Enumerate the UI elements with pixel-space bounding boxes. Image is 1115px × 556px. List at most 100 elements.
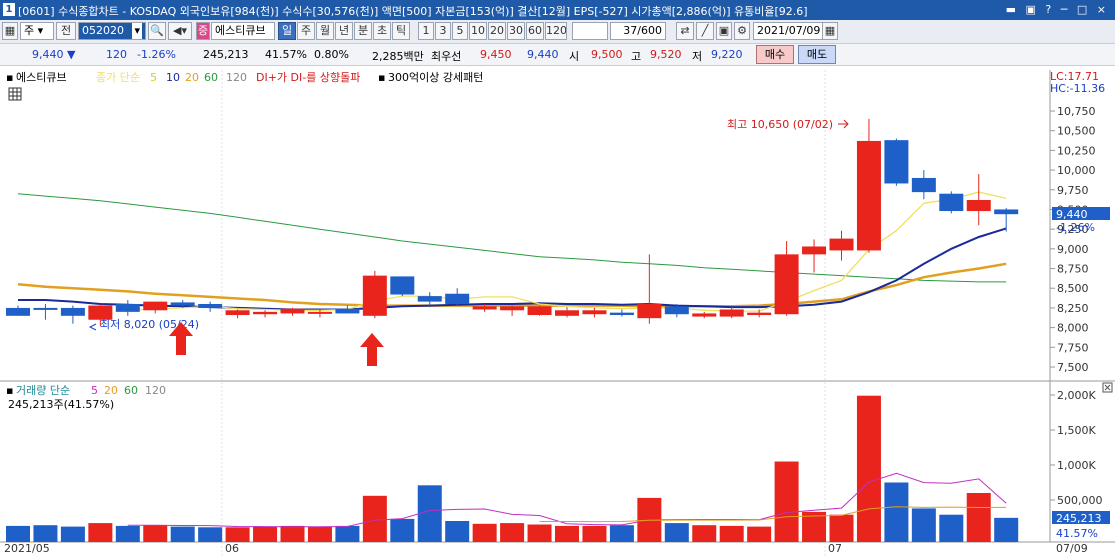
volume-bar	[555, 525, 579, 542]
hc-value: HC:-11.36	[1050, 82, 1105, 95]
speaker-icon[interactable]: ◀▾	[168, 22, 192, 40]
candle-body	[555, 310, 579, 316]
turnover-rate: 0.80%	[314, 48, 349, 61]
volume-bar	[582, 525, 607, 542]
interval-button-10[interactable]: 10	[469, 22, 487, 40]
volume-bar	[143, 525, 168, 542]
volume-bar	[335, 525, 360, 542]
volume-bar	[198, 527, 223, 542]
interval-button-30[interactable]: 30	[507, 22, 525, 40]
candle-body	[335, 308, 360, 314]
change-percent: -1.26%	[137, 48, 176, 61]
calendar-icon[interactable]: ▦	[822, 22, 838, 40]
period-tab-1[interactable]: 주	[297, 22, 315, 40]
volume-bar	[33, 525, 58, 542]
candle-body	[390, 276, 415, 295]
volume-bar	[856, 395, 881, 542]
period-tab-5[interactable]: 초	[373, 22, 391, 40]
market-type-select[interactable]: 주 ▾	[20, 22, 54, 40]
custom-interval-input[interactable]	[572, 22, 608, 40]
volume-bar	[280, 525, 305, 542]
line-tool-icon[interactable]: ╱	[696, 22, 714, 40]
legend-stock-name: 에스티큐브	[16, 71, 67, 84]
date-input[interactable]: 2021/07/09	[753, 22, 823, 40]
stock-chart[interactable]: 10,75010,50010,25010,0009,7509,5009,2509…	[0, 66, 1115, 556]
candle-body	[225, 310, 250, 316]
price-change: 120	[106, 48, 127, 61]
trade-amount: 2,285백만	[372, 50, 424, 63]
interval-button-20[interactable]: 20	[488, 22, 506, 40]
interval-button-60[interactable]: 60	[526, 22, 544, 40]
title-bar: 1 [0601] 수식종합차트 - KOSDAQ 외국인보유[984(천)] 수…	[0, 0, 1115, 20]
window-number-icon[interactable]: 1	[3, 3, 15, 16]
interval-button-5[interactable]: 5	[452, 22, 468, 40]
interval-button-120[interactable]: 120	[545, 22, 567, 40]
table-view-icon[interactable]	[8, 87, 22, 101]
volume-bar	[6, 525, 30, 542]
vol-legend-ma60: 60	[124, 384, 138, 397]
interval-button-3[interactable]: 3	[435, 22, 451, 40]
volume-bar	[829, 514, 854, 542]
candle-body	[60, 307, 85, 316]
stock-name: 에스티큐브	[211, 22, 275, 40]
volume-bar	[966, 493, 991, 542]
period-tab-3[interactable]: 년	[335, 22, 353, 40]
window-title: [0601] 수식종합차트 - KOSDAQ 외국인보유[984(천)] 수식수…	[18, 5, 808, 18]
buy-button[interactable]: 매수	[756, 45, 794, 64]
sell-button[interactable]: 매도	[798, 45, 836, 64]
legend-signal: DI+가 DI-를 상향돌파	[256, 71, 360, 84]
volume-bar	[417, 485, 442, 542]
max-price-annotation: 최고 10,650 (07/02)	[727, 118, 833, 131]
volume-bar	[307, 526, 332, 542]
price-tick-label: 10,250	[1057, 144, 1096, 157]
candle-body	[33, 307, 58, 310]
candle-body	[829, 238, 854, 251]
volume-bar	[472, 523, 497, 542]
candle-body	[609, 312, 634, 316]
candle-body	[362, 275, 387, 316]
stock-code-input[interactable]: 052020 ▾	[78, 22, 146, 40]
price-tick-label: 10,000	[1057, 164, 1096, 177]
price-tick-label: 8,250	[1057, 302, 1089, 315]
legend-ma20: 20	[185, 71, 199, 84]
candle-body	[6, 307, 30, 316]
volume-bar	[170, 526, 195, 542]
settings-icon[interactable]: ⚙	[734, 22, 750, 40]
legend-ma5: 5	[150, 71, 157, 84]
search-icon[interactable]: 🔍	[148, 22, 166, 40]
period-tab-4[interactable]: 분	[354, 22, 372, 40]
candle-body	[884, 140, 909, 184]
prev-button[interactable]: 전	[56, 22, 76, 40]
volume-bar	[692, 525, 717, 542]
vol-value: 245,213주(41.57%)	[8, 398, 114, 411]
grid-menu-icon[interactable]: ▦	[2, 22, 18, 40]
volume-bar	[884, 482, 909, 542]
candle-body	[939, 193, 964, 212]
data-count[interactable]: 37/600	[610, 22, 666, 40]
candle-body	[747, 312, 772, 316]
volume-badge-pct: 41.57%	[1056, 527, 1098, 540]
high-price: 9,520	[650, 48, 682, 61]
save-icon[interactable]: ▣	[716, 22, 732, 40]
candle-body	[445, 293, 470, 304]
price-tick-label: 8,000	[1057, 322, 1089, 335]
volume-bar	[362, 495, 387, 542]
interval-button-1[interactable]: 1	[418, 22, 434, 40]
legend-bullet: ▪	[6, 71, 13, 84]
candle-body	[198, 303, 223, 308]
period-tab-6[interactable]: 틱	[392, 22, 410, 40]
ask-price: 9,450	[480, 48, 512, 61]
candle-body	[856, 140, 881, 251]
open-price: 9,500	[591, 48, 623, 61]
candle-body	[527, 306, 552, 316]
legend-ma60: 60	[204, 71, 218, 84]
candle-body	[280, 308, 305, 314]
price-tick-label: 10,500	[1057, 125, 1096, 138]
candle-body	[115, 303, 140, 312]
period-tab-0[interactable]: 일	[278, 22, 296, 40]
chart-tool-icon[interactable]: ⇄	[676, 22, 694, 40]
volume-tick-label: 1,000K	[1057, 459, 1096, 472]
volume-bar	[500, 523, 525, 542]
window-controls[interactable]: ▬ ▣ ? ─ □ ×	[1006, 3, 1109, 16]
period-tab-2[interactable]: 월	[316, 22, 334, 40]
